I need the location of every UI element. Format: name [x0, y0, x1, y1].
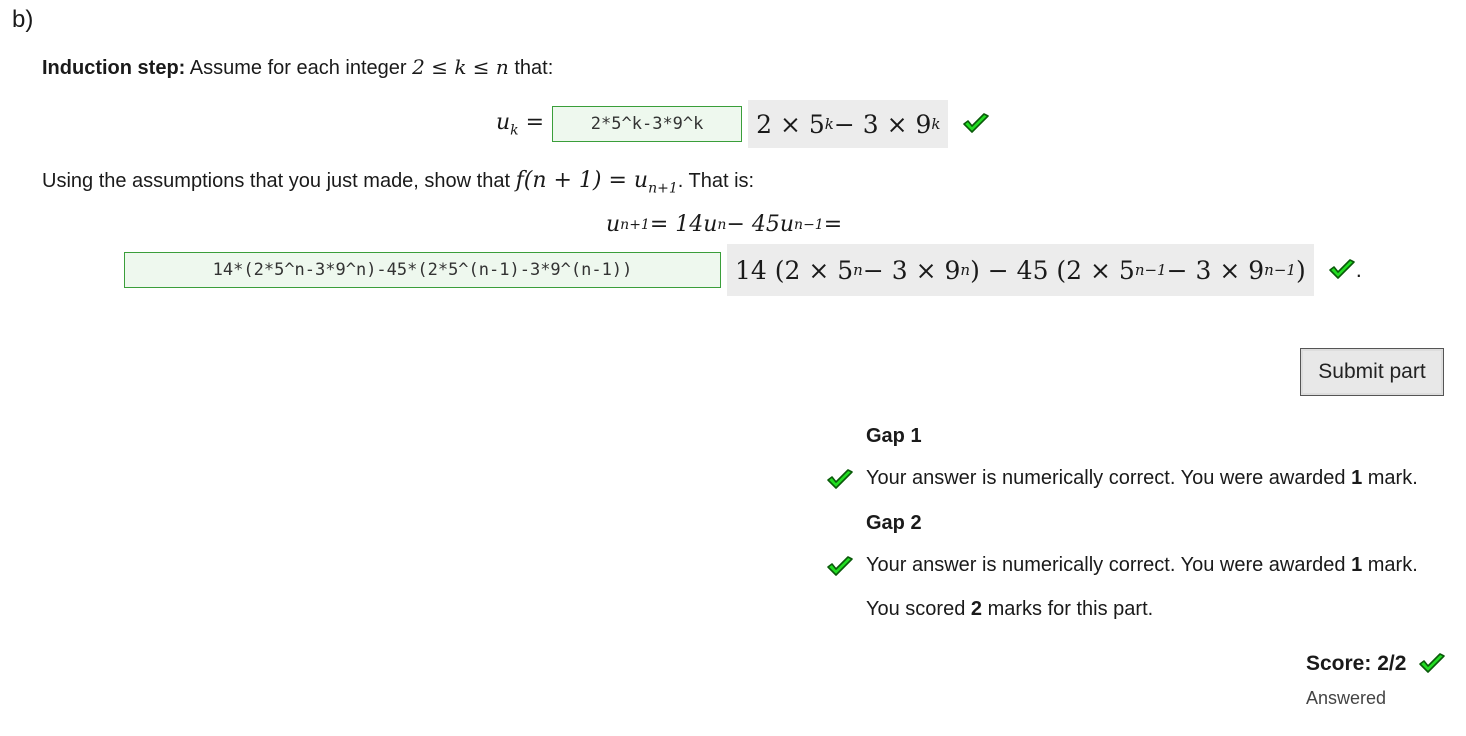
gap1-lhs: uk = — [496, 109, 545, 139]
submit-part-button[interactable]: Submit part — [1300, 348, 1444, 396]
gap2-feedback-text: Your answer is numerically correct. You … — [866, 554, 1418, 576]
induction-step-heading: Induction step: — [42, 57, 186, 79]
check-mark-icon — [826, 556, 854, 583]
gap1-preview: 2 × 5k − 3 × 9k — [748, 100, 949, 148]
answered-status: Answered — [1306, 688, 1387, 708]
induction-text-after: that: — [508, 57, 554, 79]
gap1-row: uk = 2*5^k-3*9^k 2 × 5k − 3 × 9k — [496, 100, 990, 148]
gap2-row: 14*(2*5^n-3*9^n)-45*(2*5^(n-1)-3*9^(n-1)… — [124, 244, 1362, 296]
check-mark-icon — [1328, 259, 1356, 281]
gap2-period: . — [1355, 257, 1362, 282]
show-math: f(n + 1) = un+1 — [515, 168, 678, 197]
induction-math: 2 ≤ k ≤ n — [412, 55, 509, 79]
gap2-preview: 14 (2 × 5n − 3 × 9 n) − 45 (2 × 5 n−1 − 3 … — [727, 244, 1314, 296]
part-label: b) — [12, 6, 34, 33]
recurrence-line: u n+1 = 14u n − 45u n−1 = — [606, 212, 843, 237]
score-label: Score: 2/2 — [1306, 652, 1446, 676]
gap2-feedback-title: Gap 2 — [866, 512, 922, 534]
check-mark-icon — [1418, 653, 1446, 675]
gap1-feedback-text: Your answer is numerically correct. You … — [866, 467, 1418, 489]
gap2-input[interactable]: 14*(2*5^n-3*9^n)-45*(2*5^(n-1)-3*9^(n-1)… — [124, 252, 721, 288]
check-mark-icon — [826, 469, 854, 496]
gap1-input[interactable]: 2*5^k-3*9^k — [552, 106, 743, 142]
induction-step-line: Induction step: Assume for each integer … — [42, 55, 553, 80]
gap1-feedback-title: Gap 1 — [866, 425, 922, 447]
induction-text: Assume for each integer — [185, 57, 413, 79]
show-line: Using the assumptions that you just made… — [42, 168, 755, 197]
part-score-summary: You scored 2 marks for this part. — [866, 598, 1154, 620]
check-mark-icon — [962, 113, 990, 135]
